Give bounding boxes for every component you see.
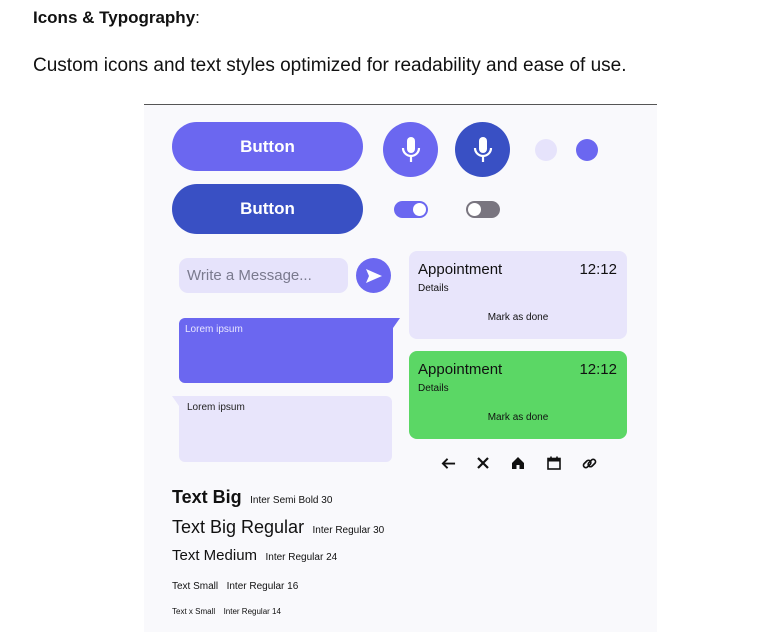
- typography-sample-text: Text Big: [172, 487, 242, 507]
- section-heading: Icons & Typography:: [33, 8, 200, 28]
- section-heading-colon: :: [195, 8, 200, 27]
- appointment-title: Appointment: [418, 261, 503, 278]
- home-button[interactable]: [510, 455, 526, 471]
- typography-sample-xsmall: Text x Small Inter Regular 14: [172, 601, 281, 619]
- appointment-time: 12:12: [579, 361, 617, 378]
- close-button[interactable]: [475, 455, 491, 471]
- calendar-button[interactable]: [546, 455, 562, 471]
- typography-sample-text: Text x Small: [172, 607, 216, 616]
- section-heading-text: Icons & Typography: [33, 8, 196, 27]
- typography-sample-medium: Text Medium Inter Regular 24: [172, 547, 337, 565]
- appointment-card[interactable]: Appointment 12:12 Details Mark as done: [409, 251, 627, 339]
- link-button[interactable]: [581, 455, 597, 471]
- appointment-card-done[interactable]: Appointment 12:12 Details Mark as done: [409, 351, 627, 439]
- typography-spec-text: Inter Regular 30: [312, 525, 385, 536]
- section-description: Custom icons and text styles optimized f…: [33, 55, 627, 76]
- typography-spec-text: Inter Regular 24: [265, 552, 338, 563]
- typography-sample-big: Text Big Inter Semi Bold 30: [172, 487, 332, 508]
- typography-sample-big-regular: Text Big Regular Inter Regular 30: [172, 517, 384, 538]
- appointment-details: Details: [418, 283, 449, 294]
- radio-unselected[interactable]: [535, 139, 557, 161]
- mark-as-done-button[interactable]: Mark as done: [409, 312, 627, 323]
- typography-sample-text: Text Medium: [172, 547, 258, 564]
- received-message-bubble: Lorem ipsum: [179, 396, 392, 462]
- arrow-left-icon: [441, 457, 455, 469]
- design-system-panel: Button Button Write a Message... Lorem i…: [144, 105, 657, 632]
- primary-button-light[interactable]: Button: [172, 122, 363, 171]
- microphone-icon: [473, 136, 492, 162]
- message-input[interactable]: Write a Message...: [179, 258, 348, 293]
- send-button[interactable]: [356, 258, 391, 293]
- sent-message-text: Lorem ipsum: [185, 324, 243, 335]
- home-icon: [512, 457, 524, 469]
- typography-sample-text: Text Small: [172, 581, 219, 592]
- mic-button-light[interactable]: [383, 122, 438, 177]
- microphone-icon: [401, 136, 420, 162]
- typography-sample-text: Text Big Regular: [172, 517, 305, 537]
- typography-spec-text: Inter Regular 14: [223, 607, 281, 616]
- received-message-text: Lorem ipsum: [187, 402, 245, 413]
- mic-button-dark[interactable]: [455, 122, 510, 177]
- received-bubble-tail: [172, 396, 179, 406]
- toggle-switch-on[interactable]: [394, 201, 428, 218]
- radio-selected[interactable]: [576, 139, 598, 161]
- toggle-knob: [468, 203, 481, 216]
- toggle-knob: [413, 203, 426, 216]
- sent-message-bubble: Lorem ipsum: [179, 318, 393, 383]
- typography-sample-small: Text Small Inter Regular 16: [172, 576, 298, 594]
- mark-as-done-button[interactable]: Mark as done: [409, 412, 627, 423]
- link-icon: [582, 458, 596, 468]
- send-icon: [365, 268, 382, 283]
- toggle-switch-off[interactable]: [466, 201, 500, 218]
- appointment-details: Details: [418, 383, 449, 394]
- appointment-time: 12:12: [579, 261, 617, 278]
- close-icon: [477, 457, 489, 469]
- appointment-title: Appointment: [418, 361, 503, 378]
- sent-bubble-tail: [393, 318, 400, 328]
- typography-spec-text: Inter Semi Bold 30: [250, 495, 333, 506]
- typography-spec-text: Inter Regular 16: [226, 581, 299, 592]
- primary-button-dark[interactable]: Button: [172, 184, 363, 234]
- back-button[interactable]: [440, 455, 456, 471]
- calendar-icon: [547, 456, 561, 470]
